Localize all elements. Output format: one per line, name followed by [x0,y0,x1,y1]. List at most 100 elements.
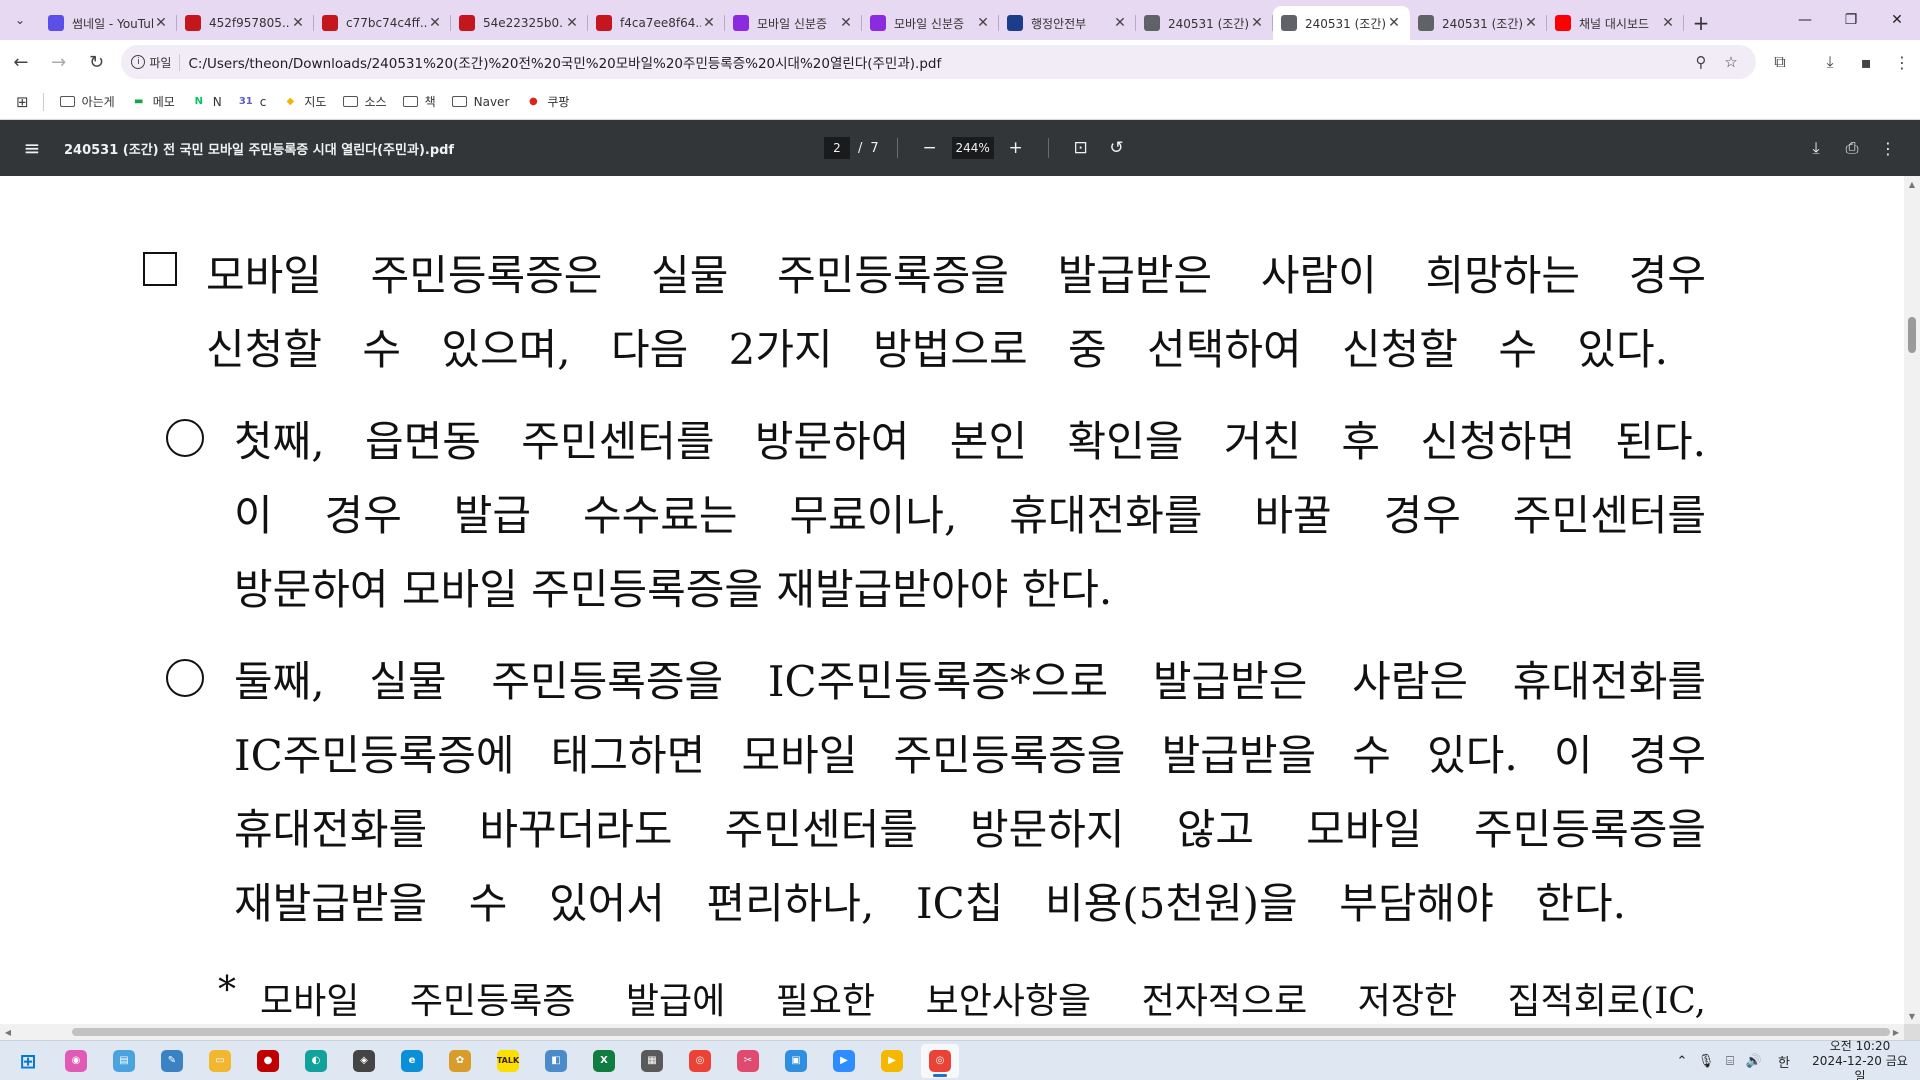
bookmark-item[interactable]: ● 쿠팡 [525,93,569,110]
taskbar-paint[interactable]: ✿ [441,1044,479,1078]
minimize-button[interactable]: — [1782,0,1828,40]
pdf-page-controls: 2 / 7 − 244% + ⊡ ↺ [824,137,1131,159]
taskbar-copilot[interactable]: ◉ [57,1044,95,1078]
taskbar-davinci[interactable]: ◈ [345,1044,383,1078]
close-tab-icon[interactable]: ✕ [153,15,169,31]
bookmark-item[interactable]: ▬ 메모 [131,93,175,110]
fit-page-icon[interactable]: ⊡ [1067,138,1095,158]
page-number-input[interactable]: 2 [824,137,850,159]
bookmark-item[interactable]: ◆ 지도 [282,93,327,110]
close-tab-icon[interactable]: ✕ [564,15,580,31]
browser-tab[interactable]: 54e22325b0... ✕ [451,6,588,40]
browser-tab[interactable]: 모바일 신분증 ✕ [725,6,862,40]
pdf-download-icon[interactable]: ⤓ [1798,138,1834,158]
zoom-out-button[interactable]: − [916,138,944,158]
close-tab-icon[interactable]: ✕ [701,15,717,31]
rotate-icon[interactable]: ↺ [1103,138,1131,158]
taskbar-app-blue[interactable]: ◧ [537,1044,575,1078]
browser-tab[interactable]: 모바일 신분증 ✕ [862,6,999,40]
browser-tab[interactable]: 행정안전부 ✕ [999,6,1136,40]
doc-line: 둘째, 실물 주민등록증을 IC주민등록증*으로 발급받은 사람은 휴대전화를 [234,657,1706,706]
print-icon[interactable]: ⎙ [1834,138,1870,158]
taskbar-recorder[interactable]: ● [249,1044,287,1078]
close-tab-icon[interactable]: ✕ [1660,15,1676,31]
new-tab-button[interactable]: + [1684,6,1718,40]
close-tab-icon[interactable]: ✕ [1112,15,1128,31]
browser-tab[interactable]: 240531 (조간) ✕ [1273,6,1410,40]
url-text[interactable]: C:/Users/theon/Downloads/240531%20(조간)%2… [188,52,1686,72]
close-tab-icon[interactable]: ✕ [1386,15,1402,31]
taskbar-file-explorer[interactable]: ▭ [201,1044,239,1078]
browser-tab[interactable]: c77bc74c4ff... ✕ [314,6,451,40]
scroll-left-icon[interactable]: ◀ [0,1024,16,1040]
vertical-scroll-thumb[interactable] [1908,317,1916,353]
extensions-icon[interactable]: ⧉ [1762,52,1798,72]
chevron-up-icon[interactable]: ⌃ [1670,1054,1694,1069]
browser-tab[interactable]: 썸네일 - YouTube✕ [40,6,177,40]
menu-kebab-icon[interactable]: ⋮ [1884,53,1920,72]
taskbar-chrome[interactable]: ◎ [681,1044,719,1078]
close-tab-icon[interactable]: ✕ [838,15,854,31]
close-tab-icon[interactable]: ✕ [427,15,443,31]
close-tab-icon[interactable]: ✕ [1523,15,1539,31]
download-icon[interactable]: ⤓ [1812,52,1848,72]
apps-grid-icon[interactable]: ⊞ [16,93,29,111]
bookmark-item[interactable]: 31 c [238,95,267,109]
taskbar-app-teal[interactable]: ◐ [297,1044,335,1078]
browser-tab[interactable]: 452f957805... ✕ [177,6,314,40]
reload-button[interactable]: ↻ [80,45,114,79]
clock[interactable]: 오전 10:20 2024-12-20 금요일 [1810,1039,1910,1080]
close-tab-icon[interactable]: ✕ [1249,15,1265,31]
close-tab-icon[interactable]: ✕ [290,15,306,31]
restore-button[interactable]: ❐ [1828,0,1874,40]
forward-button[interactable]: → [42,45,76,79]
browser-tab[interactable]: f4ca7ee8f64... ✕ [588,6,725,40]
bookmark-item[interactable]: NN [191,95,222,109]
taskbar-player[interactable]: ▶ [873,1044,911,1078]
vertical-scrollbar[interactable]: ▲ ▼ [1904,176,1920,1024]
taskbar-excel[interactable]: X [585,1044,623,1078]
browser-tab[interactable]: 채널 대시보드 ✕ [1547,6,1684,40]
zoom-icon[interactable]: ⚲ [1686,53,1716,71]
bookmark-item[interactable]: 책 [403,93,436,110]
microphone-icon[interactable]: 🎙 [1694,1054,1718,1069]
taskbar-app-sky[interactable]: ▣ [777,1044,815,1078]
taskbar-windows-start[interactable]: ⊞ [9,1044,47,1078]
taskbar-kakaotalk[interactable]: TALK [489,1044,527,1078]
site-info-chip[interactable]: i 파일 [131,53,181,71]
browser-tab[interactable]: 240531 (조간) ✕ [1410,6,1547,40]
horizontal-scrollbar[interactable]: ◀ ▶ [0,1024,1904,1040]
scroll-down-icon[interactable]: ▼ [1904,1008,1920,1024]
tab-search-button[interactable]: ⌄ [0,0,40,40]
profile-icon[interactable]: ▪ [1848,53,1884,72]
bookmark-label: N [212,94,222,109]
ime-indicator[interactable]: 한 [1772,1052,1796,1071]
taskbar-notes[interactable]: ✎ [153,1044,191,1078]
zoom-in-button[interactable]: + [1002,138,1030,158]
back-button[interactable]: ← [4,45,38,79]
taskbar-chrome-active[interactable]: ◎ [921,1043,959,1078]
speaker-icon[interactable]: 🔊 [1742,1054,1766,1069]
scroll-up-icon[interactable]: ▲ [1904,176,1920,192]
horizontal-scroll-thumb[interactable] [72,1028,1890,1036]
taskbar-file-explorer-alt[interactable]: ▤ [105,1044,143,1078]
kakaotalk-icon: TALK [497,1049,519,1072]
info-icon: i [131,55,146,69]
close-tab-icon[interactable]: ✕ [975,15,991,31]
pdf-menu-button[interactable]: ≡ [0,136,64,160]
pdf-viewport[interactable]: * 모바일 주민등록증은 실물 주민등록증을 발급받은 사람이 희망하는 경우 … [0,176,1904,1024]
taskbar-snipping[interactable]: ✂ [729,1044,767,1078]
zoom-input[interactable]: 244% [951,137,994,159]
close-window-button[interactable]: ✕ [1874,0,1920,40]
bookmark-item[interactable]: Naver [452,95,509,109]
taskbar-calculator[interactable]: ▦ [633,1044,671,1078]
taskbar-zoom[interactable]: ▶ [825,1044,863,1078]
network-icon[interactable]: ⌸ [1718,1054,1742,1069]
bookmark-item[interactable]: 소스 [342,93,387,110]
address-bar[interactable]: i 파일 C:/Users/theon/Downloads/240531%20(… [121,45,1756,79]
bookmark-item[interactable]: 아는게 [60,93,115,110]
more-options-icon[interactable]: ⋮ [1870,139,1906,158]
taskbar-edge[interactable]: e [393,1044,431,1078]
bookmark-star-icon[interactable]: ☆ [1716,53,1746,71]
browser-tab[interactable]: 240531 (조간) ✕ [1136,6,1273,40]
